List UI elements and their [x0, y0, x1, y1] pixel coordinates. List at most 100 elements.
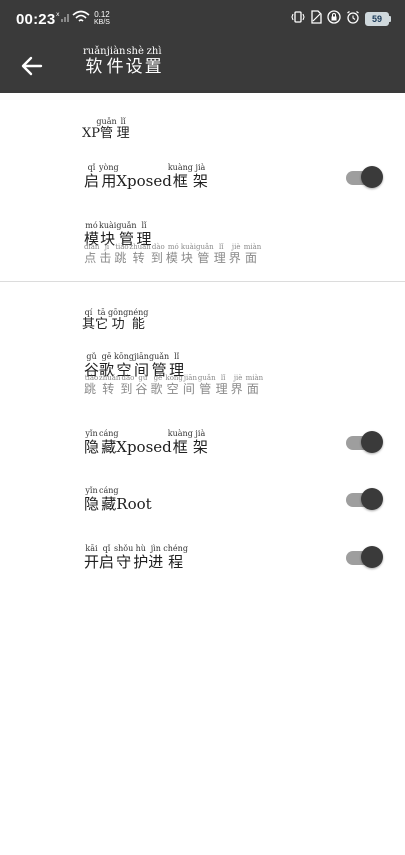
ruby-char: 隐yǐn [84, 486, 100, 513]
pinyin: zhuǎn [129, 243, 151, 251]
daemon-toggle[interactable] [346, 545, 384, 569]
ruby-char: 功gōng [108, 308, 129, 332]
net-speed-value: 0.12 [94, 10, 110, 19]
pinyin: guǎn [148, 352, 170, 361]
status-left-icons: x 0.12 KB/S [56, 10, 110, 28]
ruby-char: 歌gē [150, 374, 166, 396]
ruby-char: 设shè [125, 46, 145, 77]
ruby-char: 击jī [99, 243, 115, 265]
ruby-char: 管guǎn [197, 374, 216, 396]
pinyin: chéng [163, 544, 188, 553]
hide-root-label: 隐yǐn藏cángRoot [84, 486, 152, 514]
ruby-char: 管guǎn [96, 117, 117, 141]
arrow-left-icon [21, 56, 43, 76]
section-header-other: 其qí它tā功gōng能néng [82, 308, 148, 332]
hide-xposed-pre: 隐yǐn藏cáng [84, 429, 119, 456]
section-header-xp: XP管guǎn理lǐ [82, 117, 130, 141]
pinyin: kuàng [167, 429, 193, 438]
ruby-char: 架jià [192, 429, 208, 456]
pinyin: yòng [99, 163, 119, 172]
pinyin: guǎn [196, 243, 214, 251]
net-speed-unit: KB/S [94, 19, 110, 26]
ruby-char: 面miàn [243, 243, 262, 265]
ruby-char: 其qí [82, 308, 96, 332]
pinyin: diǎn [84, 243, 100, 251]
back-button[interactable] [12, 46, 52, 86]
pinyin: lǐ [136, 221, 152, 230]
enable-xposed-post: 框kuàng架jià [168, 163, 208, 190]
ruby-char: 置zhì [144, 46, 164, 77]
toggle-thumb [361, 546, 383, 568]
section-divider [0, 281, 405, 282]
ruby-char: 界jiè [230, 374, 246, 396]
ruby-char: 谷gǔ [135, 374, 151, 396]
pinyin: lǐ [213, 243, 229, 251]
pinyin: lǐ [215, 374, 231, 382]
enable-xposed-label: 启qǐ用yòngXposed框kuàng架jià [84, 163, 208, 191]
pinyin: jìn [148, 544, 164, 553]
ruby-char: 间jiān [182, 374, 198, 396]
pinyin: miàn [245, 374, 264, 382]
ruby-char: 进jìn [148, 544, 164, 571]
pinyin: lǐ [116, 117, 130, 126]
lock-icon [327, 9, 341, 29]
pinyin: guǎn [96, 117, 117, 126]
pinyin: tiào [114, 243, 130, 251]
status-right-icons: 59 [291, 9, 391, 29]
ruby-char: 到dào [150, 243, 166, 265]
pinyin: kuàng [167, 163, 193, 172]
ruby-char: 跳tiào [114, 243, 130, 265]
enable-xposed-toggle[interactable] [346, 165, 384, 189]
pinyin: tiào [84, 374, 100, 382]
toggle-thumb [361, 166, 383, 188]
page-title: 软ruǎn件jiàn设shè置zhì [83, 46, 164, 77]
section-header-xp-label: 管guǎn理lǐ [96, 117, 129, 141]
toggle-thumb [361, 431, 383, 453]
hide-root-pre: 隐yǐn藏cáng [84, 486, 119, 513]
ruby-char: 护hù [133, 544, 149, 571]
ruby-char: 藏cáng [99, 486, 119, 513]
wifi-icon [72, 10, 90, 29]
ruby-char: 能néng [128, 308, 149, 332]
ruby-char: 到dào [120, 374, 136, 396]
pinyin: néng [128, 308, 149, 317]
pinyin: miàn [243, 243, 262, 251]
pinyin: gē [150, 374, 166, 382]
ruby-char: 理lǐ [215, 374, 231, 396]
ruby-char: 隐yǐn [84, 429, 100, 456]
hide-root-toggle[interactable] [346, 487, 384, 511]
pinyin: guǎn [116, 221, 137, 230]
ruby-char: 用yòng [99, 163, 119, 190]
pinyin: jiàn [106, 46, 126, 57]
hide-xposed-mid: Xposed [116, 438, 172, 456]
battery-icon: 59 [365, 12, 391, 26]
hide-xposed-toggle[interactable] [346, 430, 384, 454]
pinyin: jī [99, 243, 115, 251]
pinyin: gē [99, 352, 115, 361]
pinyin: tā [95, 308, 109, 317]
svg-text:x: x [56, 11, 60, 18]
pinyin: zhì [144, 46, 164, 57]
pinyin: shǒu [114, 544, 134, 553]
ruby-char: 点diǎn [84, 243, 100, 265]
pinyin: jiè [228, 243, 244, 251]
ruby-char: 架jià [192, 163, 208, 190]
ruby-char: 管guǎn [196, 243, 214, 265]
ruby-char: 藏cáng [99, 429, 119, 456]
pinyin: jiè [230, 374, 246, 382]
toggle-thumb [361, 488, 383, 510]
ruby-char: 空kōng [165, 374, 183, 396]
status-bar: 00:23 x 0.12 KB/S 59 [0, 0, 405, 38]
pinyin: yǐn [84, 429, 100, 438]
pinyin: gǔ [84, 352, 99, 361]
pinyin: zhuǎn [99, 374, 121, 382]
status-time: 00:23 [16, 11, 56, 28]
ruby-char: 界jiè [228, 243, 244, 265]
pinyin: jià [192, 429, 208, 438]
ruby-char: 软ruǎn [83, 46, 107, 77]
pinyin: kuài [180, 243, 197, 251]
enable-xposed-mid: Xposed [116, 172, 172, 190]
pinyin: yǐn [84, 486, 100, 495]
ruby-char: 跳tiào [84, 374, 100, 396]
hide-root-mid: Root [116, 495, 152, 513]
